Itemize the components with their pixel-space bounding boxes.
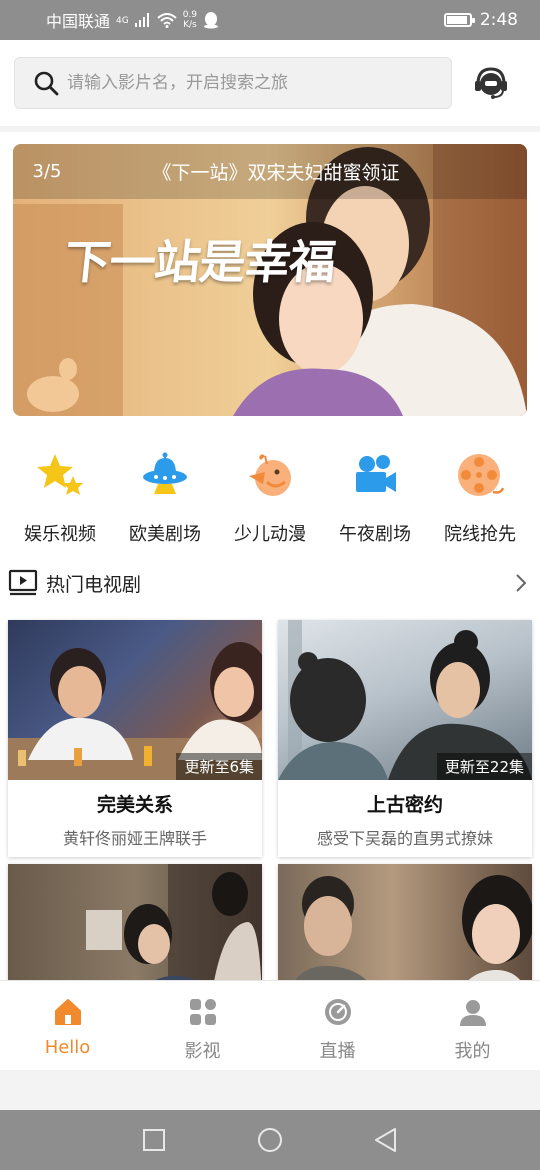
banner-container: 下一站是幸福 3/5 《下一站》双宋夫妇甜蜜领证 — [0, 132, 540, 432]
signal-icon — [134, 13, 149, 27]
customer-service-icon[interactable] — [472, 64, 510, 102]
back-icon[interactable] — [373, 1127, 399, 1153]
carrier-label: 中国联通 — [46, 12, 111, 31]
nav-tab-live[interactable]: 直播 — [270, 981, 405, 1070]
network-type: 4G — [116, 16, 129, 26]
net-speed: 0.9 K/s — [183, 10, 197, 30]
series-card[interactable]: 更新至6集 完美关系 黄轩佟丽娅王牌联手 — [8, 620, 262, 857]
category-entertainment[interactable]: 娱乐视频 — [8, 450, 112, 554]
search-icon — [34, 71, 59, 96]
series-poster — [8, 864, 262, 980]
nav-tab-mine[interactable]: 我的 — [405, 981, 540, 1070]
nav-label: 影视 — [184, 1041, 221, 1062]
series-poster — [278, 864, 532, 980]
episode-badge: 更新至22集 — [436, 753, 532, 780]
camera-icon — [356, 455, 396, 492]
net-speed-unit: K/s — [183, 20, 197, 30]
battery-icon — [443, 13, 475, 27]
series-title: 完美关系 — [96, 794, 173, 816]
bird-icon — [249, 454, 291, 496]
nav-label: 我的 — [454, 1041, 491, 1062]
status-bar: 中国联通 4G 0.9 K/s 2:48 — [0, 0, 540, 40]
category-western-drama[interactable]: 欧美剧场 — [113, 450, 217, 554]
clock: 2:48 — [479, 10, 518, 30]
tv-icon — [8, 569, 38, 596]
category-row: 娱乐视频 欧美剧场 少儿动漫 午夜剧场 院线抢先 — [0, 432, 540, 554]
category-kids-anime[interactable]: 少儿动漫 — [218, 450, 322, 554]
series-card[interactable]: 更新至22集 上古密约 感受下吴磊的直男式撩妹 — [278, 620, 532, 857]
chevron-right-icon[interactable] — [514, 573, 528, 593]
series-title: 上古密约 — [366, 794, 443, 816]
search-header — [0, 40, 540, 126]
category-label: 娱乐视频 — [24, 524, 96, 545]
bottom-navigation: Hello 影视 直播 我的 — [0, 980, 540, 1070]
search-box[interactable] — [14, 57, 452, 109]
banner-title: 《下一站》双宋夫妇甜蜜领证 — [152, 162, 400, 184]
recent-apps-icon[interactable] — [141, 1127, 167, 1153]
profile-icon — [459, 1000, 486, 1026]
home-icon — [54, 999, 81, 1025]
series-desc: 黄轩佟丽娅王牌联手 — [62, 829, 207, 848]
nav-tab-hello[interactable]: Hello — [0, 981, 135, 1070]
banner-caption-bar: 3/5 《下一站》双宋夫妇甜蜜领证 — [13, 144, 527, 199]
episode-badge: 更新至6集 — [176, 753, 262, 780]
series-card[interactable] — [278, 864, 532, 980]
nav-label: 直播 — [319, 1041, 356, 1062]
nav-label: Hello — [44, 1037, 91, 1058]
banner-counter: 3/5 — [32, 161, 62, 182]
section-title: 热门电视剧 — [46, 573, 142, 596]
banner-carousel[interactable]: 下一站是幸福 3/5 《下一站》双宋夫妇甜蜜领证 — [13, 144, 527, 416]
search-input[interactable] — [67, 73, 427, 93]
stars-icon — [37, 454, 83, 495]
qq-icon — [204, 12, 219, 29]
category-label: 午夜剧场 — [339, 524, 411, 545]
system-navigation-bar — [0, 1110, 540, 1170]
banner-art-title: 下一站是幸福 — [61, 235, 338, 289]
grid-icon — [189, 999, 216, 1025]
live-icon — [324, 999, 351, 1025]
net-speed-value: 0.9 — [182, 10, 198, 20]
film-reel-icon — [458, 454, 505, 496]
series-poster: 更新至22集 — [278, 620, 532, 780]
category-label: 院线抢先 — [444, 524, 516, 545]
category-cinema-preview[interactable]: 院线抢先 — [428, 450, 532, 554]
ufo-icon — [143, 452, 187, 494]
series-desc: 感受下吴磊的直男式撩妹 — [316, 829, 493, 848]
series-card[interactable] — [8, 864, 262, 980]
category-label: 欧美剧场 — [129, 524, 201, 545]
category-midnight-theater[interactable]: 午夜剧场 — [323, 450, 427, 554]
home-button-icon[interactable] — [257, 1127, 283, 1153]
series-poster: 更新至6集 — [8, 620, 262, 780]
bottom-spacer — [0, 1070, 540, 1110]
nav-tab-movies[interactable]: 影视 — [135, 981, 270, 1070]
wifi-icon — [157, 12, 177, 28]
section-header-hot-tv[interactable]: 热门电视剧 — [0, 554, 540, 612]
category-label: 少儿动漫 — [234, 524, 306, 545]
tv-series-grid: 更新至6集 完美关系 黄轩佟丽娅王牌联手 更新至22集 上古密约 感受下吴磊的直… — [0, 612, 540, 980]
